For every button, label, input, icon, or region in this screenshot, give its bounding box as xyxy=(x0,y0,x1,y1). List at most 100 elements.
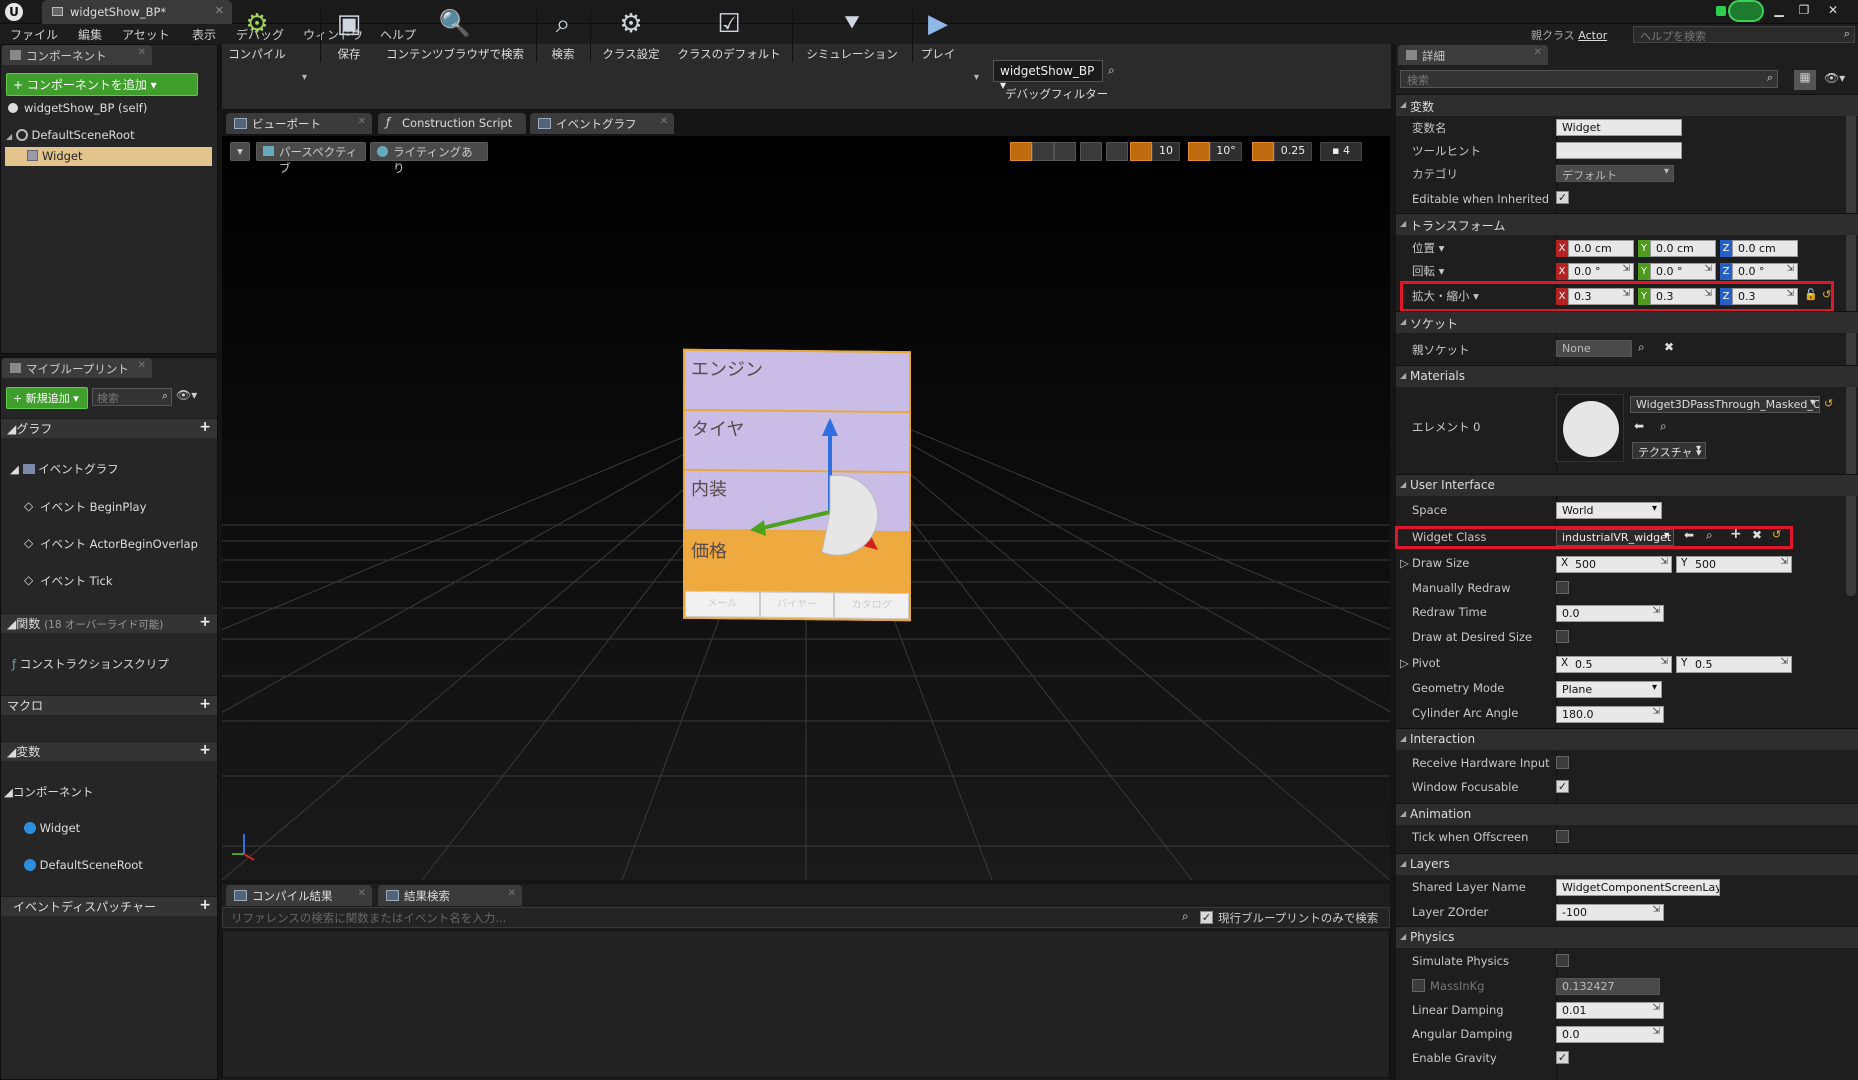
close-icon[interactable]: ✕ xyxy=(138,360,146,371)
close-icon[interactable]: ✕ xyxy=(358,116,366,127)
menu-edit[interactable]: 編集 xyxy=(78,26,102,43)
material-dropdown[interactable]: Widget3DPassThrough_Masked_O xyxy=(1630,396,1820,413)
section-graphs[interactable]: ◢グラフ + xyxy=(1,418,217,438)
only-current-checkbox[interactable]: ✓ xyxy=(1200,911,1213,924)
category-dropdown[interactable]: デフォルト xyxy=(1556,165,1674,182)
manual-redraw-checkbox[interactable] xyxy=(1556,581,1569,594)
menu-asset[interactable]: アセット xyxy=(122,26,170,43)
chevron-down-icon[interactable]: ▾ xyxy=(974,72,979,83)
location-z-field[interactable]: 0.0 cm xyxy=(1732,240,1798,257)
self-item[interactable]: widgetShow_BP (self) xyxy=(8,99,147,118)
search-icon[interactable]: ⌕ xyxy=(1638,340,1645,355)
section-functions[interactable]: ◢関数 (18 オーバーライド可能) + xyxy=(1,613,217,633)
section-animation[interactable]: Animation xyxy=(1396,803,1858,825)
mass-override-checkbox[interactable] xyxy=(1412,979,1425,992)
find-button[interactable]: ⌕ 検索 xyxy=(543,4,583,62)
search-icon[interactable]: ⌕ xyxy=(1108,63,1115,78)
section-sockets[interactable]: ソケット xyxy=(1396,311,1858,333)
tab-construction-script[interactable]: ƒ Construction Script xyxy=(378,113,526,134)
section-macros[interactable]: マクロ + xyxy=(1,695,217,715)
help-search-input[interactable]: ヘルプを検索 ⌕ xyxy=(1633,26,1855,43)
tab-viewport[interactable]: ビューポート ✕ xyxy=(226,113,372,134)
components-tab[interactable]: コンポーネント ✕ xyxy=(2,45,152,65)
add-icon[interactable]: + xyxy=(199,897,211,913)
location-label[interactable]: 位置 ▾ xyxy=(1412,240,1444,256)
parent-socket-field[interactable]: None xyxy=(1556,340,1632,357)
grid-view-icon[interactable]: ▦ xyxy=(1794,70,1816,90)
editable-checkbox[interactable]: ✓ xyxy=(1556,191,1569,204)
status-indicator-icon[interactable] xyxy=(1728,0,1764,22)
add-icon[interactable]: + xyxy=(199,614,211,630)
class-defaults-button[interactable]: ☑ クラスのデフォルト xyxy=(674,4,784,62)
parent-class-link[interactable]: Actor xyxy=(1578,29,1607,42)
tab-find-results[interactable]: 結果検索 ✕ xyxy=(378,885,522,906)
tooltip-field[interactable] xyxy=(1556,142,1682,159)
scale-snap-icon[interactable] xyxy=(1252,142,1274,161)
expand-arrow-icon[interactable]: ◢ xyxy=(6,132,12,141)
material-thumbnail[interactable] xyxy=(1556,394,1624,462)
section-materials[interactable]: Materials xyxy=(1396,365,1858,387)
world-local-icon[interactable] xyxy=(1080,142,1102,161)
expand-arrow-icon[interactable]: ▷ xyxy=(1400,556,1409,570)
blueprint-search-input[interactable]: 検索 ⌕ xyxy=(92,388,172,406)
close-icon[interactable]: ✕ xyxy=(358,888,366,899)
window-close-icon[interactable]: ✕ xyxy=(1822,2,1844,18)
add-component-button[interactable]: + コンポーネントを追加 ▾ xyxy=(6,73,198,96)
linear-damping-field[interactable]: 0.01 xyxy=(1556,1002,1664,1019)
tick-offscreen-checkbox[interactable] xyxy=(1556,830,1569,843)
section-event-dispatchers[interactable]: イベントディスパッチャー + xyxy=(1,896,217,916)
draw-size-x-field[interactable]: 500 xyxy=(1556,556,1672,573)
rotation-label[interactable]: 回転 ▾ xyxy=(1412,263,1444,279)
scale-snap-value[interactable]: 0.25 xyxy=(1274,142,1312,161)
arc-angle-field[interactable]: 180.0 xyxy=(1556,706,1664,723)
rotate-icon[interactable] xyxy=(1032,142,1054,161)
search-icon[interactable]: ⌕ xyxy=(1660,419,1667,434)
texture-button[interactable]: テクスチャ ▾ xyxy=(1632,442,1706,459)
rotation-x-field[interactable]: 0.0 ° xyxy=(1568,263,1634,280)
grid-snap-icon[interactable] xyxy=(1130,142,1152,161)
scale-icon[interactable] xyxy=(1054,142,1076,161)
search-icon[interactable]: ⌕ xyxy=(1182,909,1189,924)
rotation-snap-icon[interactable] xyxy=(1188,142,1210,161)
section-variable[interactable]: 変数 xyxy=(1396,94,1858,116)
browse-button[interactable]: 🔍 コンテンツブラウザで検索 xyxy=(380,4,530,62)
location-x-field[interactable]: 0.0 cm xyxy=(1568,240,1634,257)
tree-item-defaultsceneroot[interactable]: ◢ DefaultSceneRoot xyxy=(6,126,135,145)
add-icon[interactable]: + xyxy=(199,419,211,435)
draw-size-y-field[interactable]: 500 xyxy=(1676,556,1792,573)
simulate-checkbox[interactable] xyxy=(1556,954,1569,967)
section-layers[interactable]: Layers xyxy=(1396,853,1858,875)
use-selected-icon[interactable]: ⬅ xyxy=(1634,419,1644,433)
eye-icon[interactable]: 👁▾ xyxy=(176,388,197,402)
expand-arrow-icon[interactable]: ▷ xyxy=(1400,656,1409,670)
transform-gizmo[interactable] xyxy=(722,416,922,576)
save-button[interactable]: ▣ 保存 xyxy=(327,4,371,62)
hw-input-checkbox[interactable] xyxy=(1556,756,1569,769)
pivot-x-field[interactable]: 0.5 xyxy=(1556,656,1672,673)
focusable-checkbox[interactable]: ✓ xyxy=(1556,780,1569,793)
layer-zorder-field[interactable]: -100 xyxy=(1556,904,1664,921)
angular-damping-field[interactable]: 0.0 xyxy=(1556,1026,1664,1043)
section-interaction[interactable]: Interaction xyxy=(1396,728,1858,750)
debug-object-dropdown[interactable]: widgetShow_BP ▾ xyxy=(993,60,1103,92)
class-settings-button[interactable]: ⚙ クラス設定 xyxy=(596,4,666,62)
menu-view[interactable]: 表示 xyxy=(192,26,216,43)
tab-compile-results[interactable]: コンパイル結果 ✕ xyxy=(226,885,372,906)
document-tab[interactable]: widgetShow_BP* ✕ xyxy=(42,0,232,24)
location-y-field[interactable]: 0.0 cm xyxy=(1650,240,1716,257)
close-icon[interactable]: ✕ xyxy=(215,4,224,17)
play-button[interactable]: ▶ プレイ xyxy=(916,4,960,62)
lighting-button[interactable]: ライティングあり xyxy=(370,142,488,175)
gravity-checkbox[interactable]: ✓ xyxy=(1556,1051,1569,1064)
section-transform[interactable]: トランスフォーム xyxy=(1396,213,1858,235)
tab-event-graph[interactable]: イベントグラフ ✕ xyxy=(530,113,674,134)
surface-snap-icon[interactable] xyxy=(1106,142,1128,161)
menu-file[interactable]: ファイル xyxy=(10,26,58,43)
draw-desired-checkbox[interactable] xyxy=(1556,630,1569,643)
close-icon[interactable]: ✕ xyxy=(660,116,668,127)
close-icon[interactable]: ✕ xyxy=(1534,47,1542,58)
minimize-icon[interactable]: ▁ xyxy=(1768,2,1790,18)
simulation-button[interactable]: ⯆ シミュレーション xyxy=(798,4,906,62)
close-icon[interactable]: ✕ xyxy=(138,47,146,58)
viewport[interactable]: ▾ パースペクティブ ライティングあり 10 10° 0.25 ▪ 4 エンジン… xyxy=(222,136,1390,880)
